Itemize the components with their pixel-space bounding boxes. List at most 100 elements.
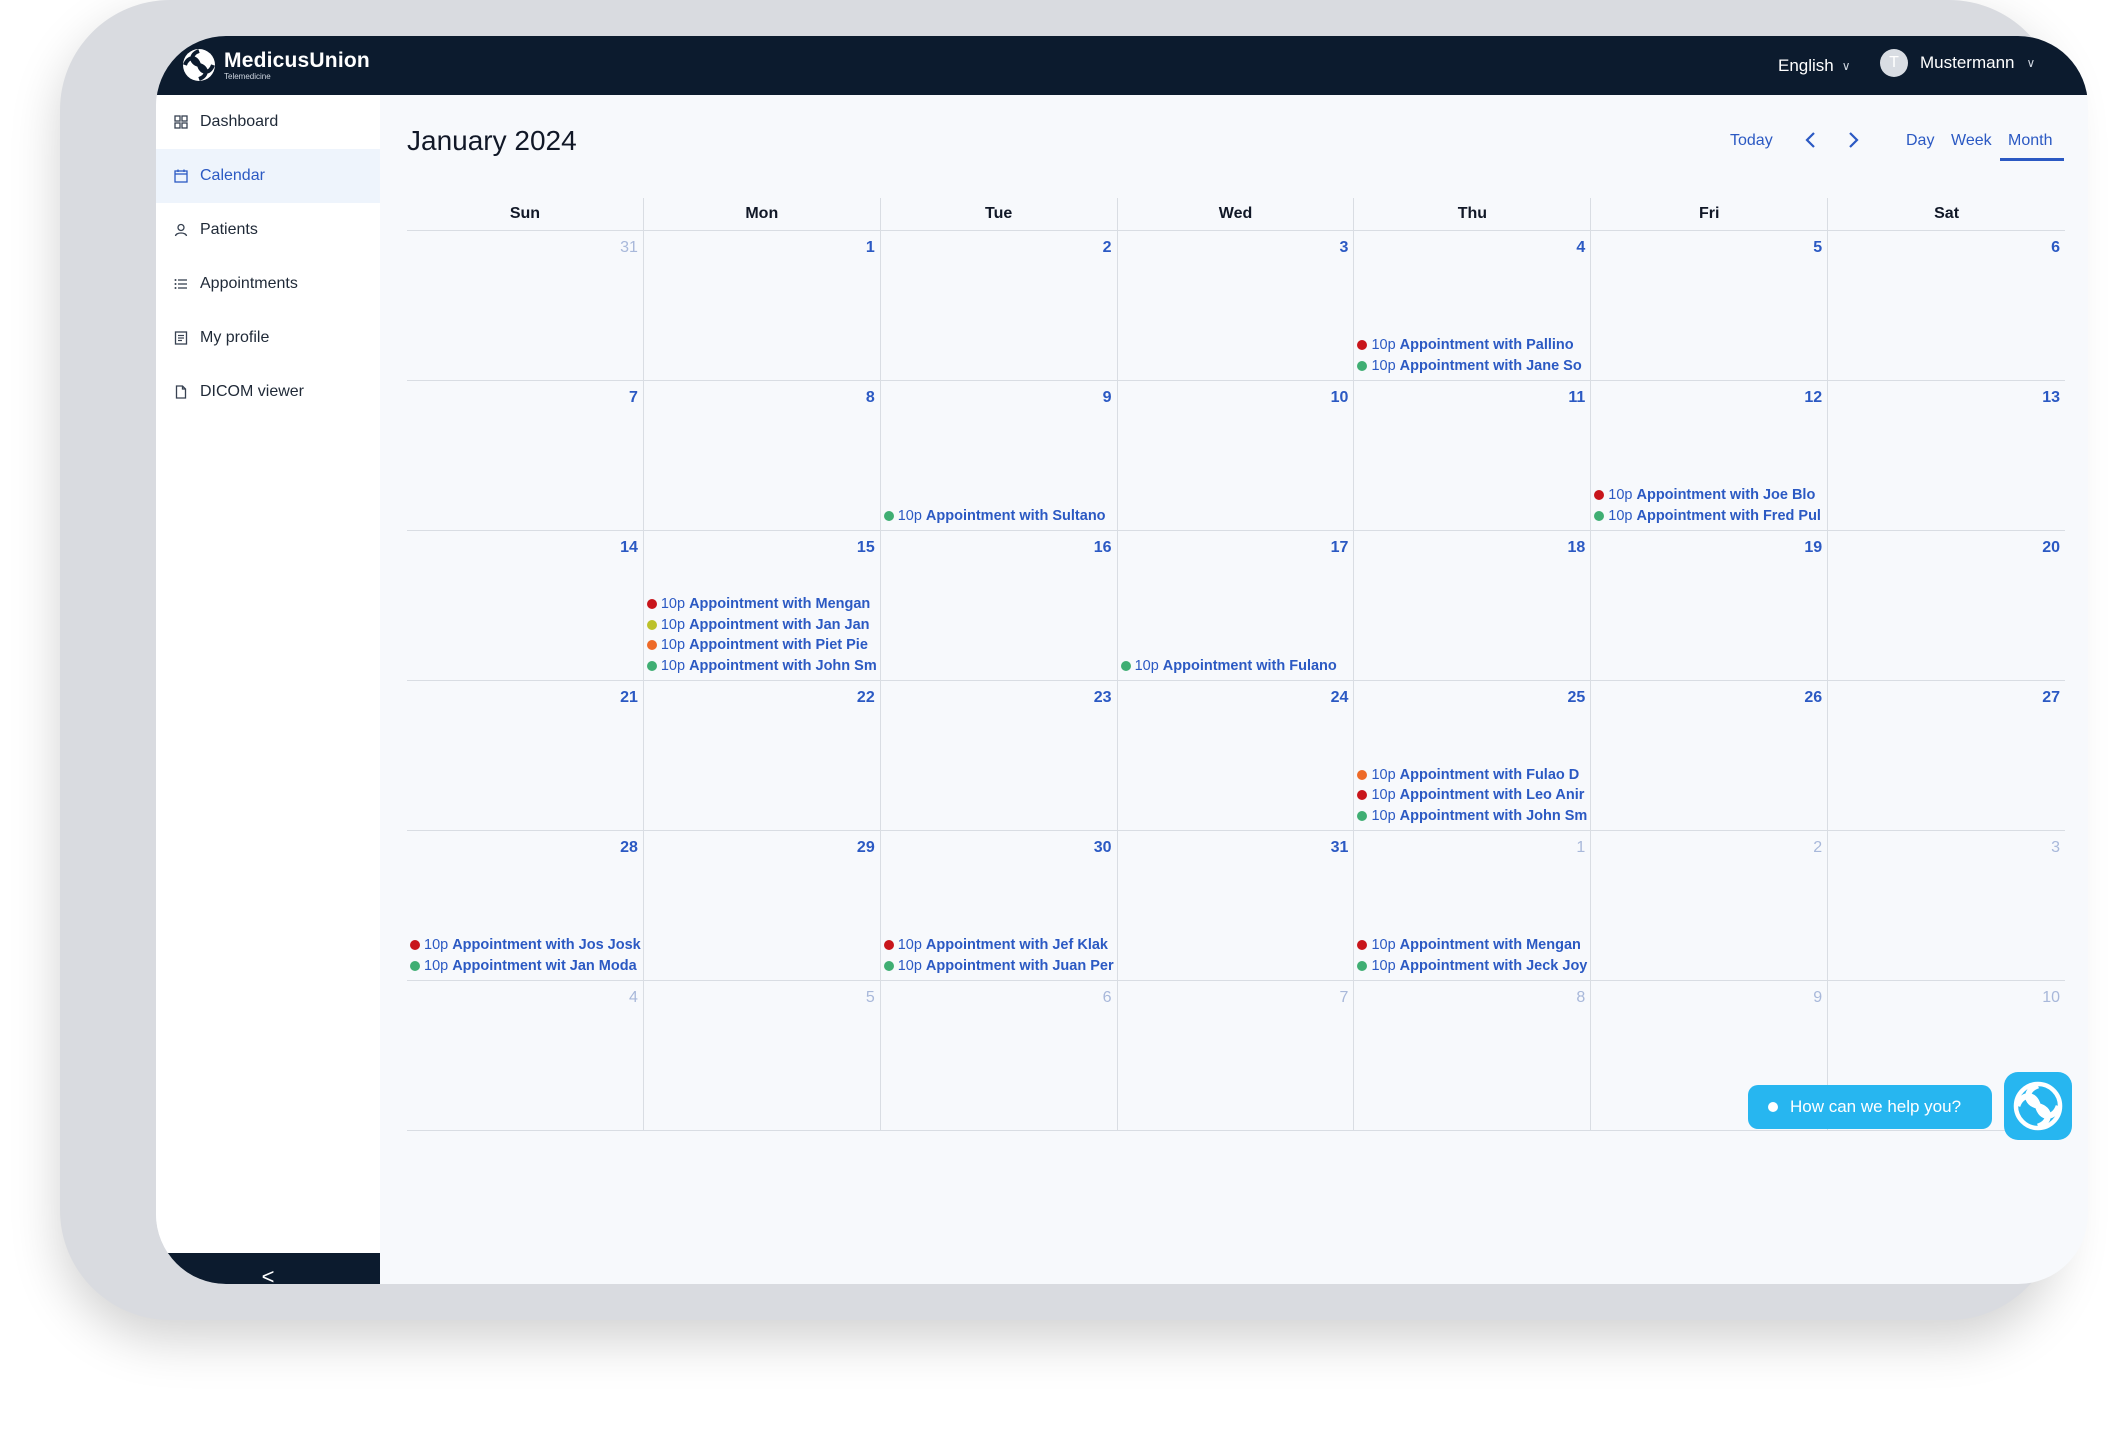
day-number[interactable]: 7 xyxy=(629,389,638,407)
sidebar-item-appointments[interactable]: Appointments xyxy=(156,257,380,311)
calendar-day-cell[interactable]: 12 10p Appointment with Joe Blo 10p Appointm… xyxy=(1591,381,1829,530)
calendar-day-cell[interactable]: 2 xyxy=(881,231,1118,380)
calendar-day-cell[interactable]: 30 10p Appointment with Jef Klak 10p Appoint… xyxy=(881,831,1118,980)
day-number[interactable]: 22 xyxy=(857,689,875,707)
calendar-day-cell[interactable]: 1 10p Appointment with Mengan 10p Appointmen… xyxy=(1354,831,1592,980)
calendar-day-cell[interactable]: 9 10p Appointment with Sultano xyxy=(881,381,1118,530)
calendar-day-cell[interactable]: 5 xyxy=(1591,231,1829,380)
day-number[interactable]: 14 xyxy=(620,539,638,557)
calendar-day-cell[interactable]: 24 xyxy=(1118,681,1355,830)
day-number[interactable]: 18 xyxy=(1568,539,1586,557)
calendar-event[interactable]: 10p Appointment with Leo Anir xyxy=(1357,785,1590,806)
calendar-day-cell[interactable]: 18 xyxy=(1354,531,1592,680)
day-number[interactable]: 26 xyxy=(1804,689,1822,707)
day-number[interactable]: 28 xyxy=(620,839,638,857)
day-number[interactable]: 25 xyxy=(1568,689,1586,707)
day-number[interactable]: 23 xyxy=(1094,689,1112,707)
calendar-day-cell[interactable]: 8 xyxy=(644,381,881,530)
day-number[interactable]: 5 xyxy=(866,989,875,1007)
view-day-button[interactable]: Day xyxy=(1906,132,1934,150)
calendar-day-cell[interactable]: 4 10p Appointment with Pallino 10p Appointme… xyxy=(1354,231,1592,380)
calendar-day-cell[interactable]: 6 xyxy=(881,981,1118,1130)
day-number[interactable]: 13 xyxy=(2042,389,2060,407)
day-number[interactable]: 27 xyxy=(2042,689,2060,707)
day-number[interactable]: 31 xyxy=(1331,839,1349,857)
day-number[interactable]: 15 xyxy=(857,539,875,557)
calendar-day-cell[interactable]: 31 xyxy=(407,231,644,380)
calendar-day-cell[interactable]: 14 xyxy=(407,531,644,680)
day-number[interactable]: 2 xyxy=(1813,839,1822,857)
calendar-event[interactable]: 10p Appointment with Jeck Joy xyxy=(1357,956,1590,977)
calendar-event[interactable]: 10p Appointment with John Sm xyxy=(646,656,880,677)
day-number[interactable]: 5 xyxy=(1813,239,1822,257)
day-number[interactable]: 2 xyxy=(1103,239,1112,257)
calendar-day-cell[interactable]: 4 xyxy=(407,981,644,1130)
day-number[interactable]: 11 xyxy=(1568,389,1585,407)
day-number[interactable]: 21 xyxy=(620,689,638,707)
calendar-day-cell[interactable]: 3 xyxy=(1828,831,2065,980)
day-number[interactable]: 6 xyxy=(2051,239,2060,257)
prev-month-button[interactable] xyxy=(1804,130,1818,156)
calendar-day-cell[interactable]: 27 xyxy=(1828,681,2065,830)
day-number[interactable]: 19 xyxy=(1804,539,1822,557)
calendar-event[interactable]: 10p Appointment with Piet Pie xyxy=(646,635,880,656)
calendar-day-cell[interactable]: 8 xyxy=(1354,981,1592,1130)
calendar-day-cell[interactable]: 19 xyxy=(1591,531,1829,680)
sidebar-item-calendar[interactable]: Calendar xyxy=(156,149,380,203)
calendar-event[interactable]: 10p Appointment with Fred Pul xyxy=(1594,506,1827,527)
view-month-button[interactable]: Month xyxy=(2008,132,2052,150)
calendar-event[interactable]: 10p Appointment with Jane So xyxy=(1357,356,1590,377)
calendar-event[interactable]: 10p Appointment wit Jan Moda xyxy=(410,956,643,977)
sidebar-item-dashboard[interactable]: Dashboard xyxy=(156,95,380,149)
calendar-event[interactable]: 10p Appointment with Sultano xyxy=(883,506,1117,527)
collapse-sidebar-button[interactable]: < xyxy=(156,1253,380,1284)
calendar-event[interactable]: 10p Appointment with Mengan xyxy=(1357,935,1590,956)
calendar-day-cell[interactable]: 6 xyxy=(1828,231,2065,380)
view-week-button[interactable]: Week xyxy=(1951,132,1992,150)
day-number[interactable]: 24 xyxy=(1331,689,1349,707)
calendar-event[interactable]: 10p Appointment with Fulao D xyxy=(1357,765,1590,786)
day-number[interactable]: 1 xyxy=(866,239,875,257)
calendar-day-cell[interactable]: 28 10p Appointment with Jos Josk 10p Appoint… xyxy=(407,831,644,980)
sidebar-item-my-profile[interactable]: My profile xyxy=(156,311,380,365)
day-number[interactable]: 10 xyxy=(1331,389,1349,407)
day-number[interactable]: 9 xyxy=(1103,389,1112,407)
day-number[interactable]: 30 xyxy=(1094,839,1112,857)
day-number[interactable]: 7 xyxy=(1340,989,1349,1007)
language-selector[interactable]: English ∨ xyxy=(1778,56,1851,76)
day-number[interactable]: 9 xyxy=(1813,989,1822,1007)
user-menu[interactable]: T Mustermann ∨ xyxy=(1880,49,2035,77)
chat-prompt-button[interactable]: How can we help you? xyxy=(1748,1085,1992,1129)
calendar-day-cell[interactable]: 29 xyxy=(644,831,881,980)
calendar-event[interactable]: 10p Appointment with Fulano xyxy=(1120,656,1354,677)
calendar-day-cell[interactable]: 22 xyxy=(644,681,881,830)
day-number[interactable]: 4 xyxy=(629,989,638,1007)
day-number[interactable]: 31 xyxy=(620,239,638,257)
calendar-day-cell[interactable]: 10 xyxy=(1118,381,1355,530)
day-number[interactable]: 3 xyxy=(1340,239,1349,257)
day-number[interactable]: 4 xyxy=(1576,239,1585,257)
calendar-event[interactable]: 10p Appointment with Joe Blo xyxy=(1594,485,1827,506)
day-number[interactable]: 29 xyxy=(857,839,875,857)
day-number[interactable]: 6 xyxy=(1103,989,1112,1007)
day-number[interactable]: 20 xyxy=(2042,539,2060,557)
calendar-event[interactable]: 10p Appointment with Jef Klak xyxy=(883,935,1117,956)
day-number[interactable]: 8 xyxy=(866,389,875,407)
calendar-event[interactable]: 10p Appointment with Pallino xyxy=(1357,335,1590,356)
calendar-day-cell[interactable]: 11 xyxy=(1354,381,1592,530)
day-number[interactable]: 17 xyxy=(1331,539,1349,557)
brand-logo[interactable]: MedicusUnion Telemedicine xyxy=(182,48,370,82)
day-number[interactable]: 10 xyxy=(2042,989,2060,1007)
day-number[interactable]: 8 xyxy=(1576,989,1585,1007)
day-number[interactable]: 1 xyxy=(1576,839,1585,857)
calendar-day-cell[interactable]: 15 10p Appointment with Mengan 10p Appointme… xyxy=(644,531,881,680)
day-number[interactable]: 3 xyxy=(2051,839,2060,857)
sidebar-item-dicom-viewer[interactable]: DICOM viewer xyxy=(156,365,380,419)
calendar-event[interactable]: 10p Appointment with John Sm xyxy=(1357,806,1590,827)
calendar-event[interactable]: 10p Appointment with Juan Per xyxy=(883,956,1117,977)
calendar-day-cell[interactable]: 5 xyxy=(644,981,881,1130)
calendar-event[interactable]: 10p Appointment with Mengan xyxy=(646,594,880,615)
sidebar-item-patients[interactable]: Patients xyxy=(156,203,380,257)
calendar-event[interactable]: 10p Appointment with Jos Josk xyxy=(410,935,643,956)
calendar-day-cell[interactable]: 16 xyxy=(881,531,1118,680)
